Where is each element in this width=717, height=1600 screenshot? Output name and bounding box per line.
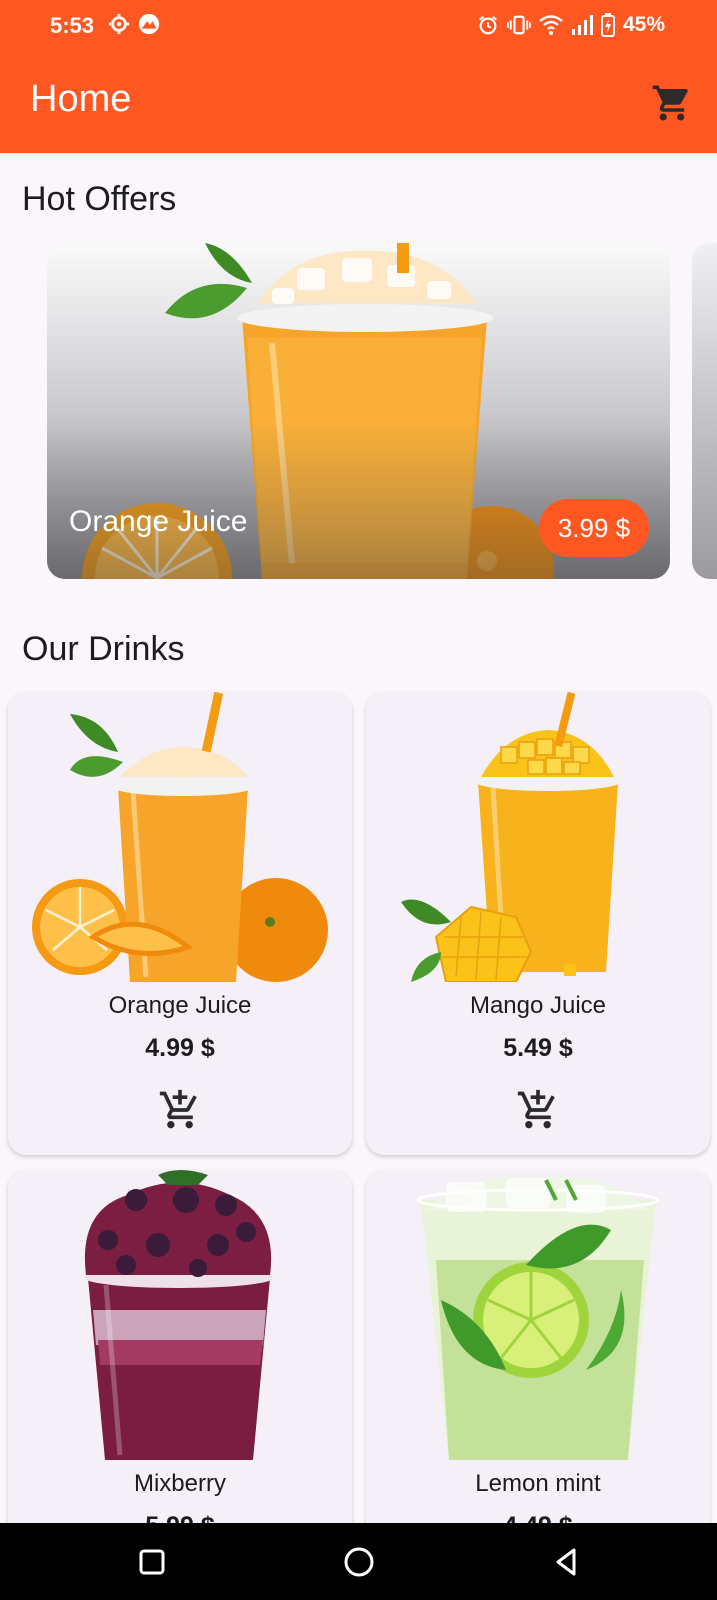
app-bar: Home <box>0 52 717 153</box>
back-triangle-icon[interactable] <box>545 1541 587 1583</box>
app-notification-icon <box>138 13 160 35</box>
mango-juice-image <box>401 692 620 982</box>
mixberry-image <box>84 1170 273 1460</box>
settings-gear-icon <box>108 13 130 35</box>
status-left-icons <box>108 13 160 35</box>
offer-name: Orange Juice <box>69 505 248 538</box>
drink-name: Mixberry <box>133 1470 226 1497</box>
home-circle-icon[interactable] <box>338 1541 380 1583</box>
drink-name: Orange Juice <box>108 992 252 1019</box>
hot-offer-card[interactable]: Orange Juice 3.99 $ <box>47 243 670 579</box>
drink-price: 5.49 $ <box>503 1034 573 1062</box>
status-bar: 5:53 45% <box>0 0 717 52</box>
drink-card-orange-juice[interactable]: Orange Juice 4.99 $ <box>8 692 352 1155</box>
page-title: Home <box>30 78 132 120</box>
cell-signal-icon <box>571 15 593 35</box>
drink-card-mango-juice[interactable]: Mango Juice 5.49 $ <box>366 692 710 1155</box>
next-offer-card-peek[interactable] <box>692 243 717 579</box>
offer-price-badge: 3.99 $ <box>539 499 649 557</box>
hot-offers-title: Hot Offers <box>22 180 177 218</box>
drink-name: Mango Juice <box>469 992 607 1019</box>
battery-percent: 45% <box>622 13 665 36</box>
status-right-icons: 45% <box>477 13 665 37</box>
our-drinks-title: Our Drinks <box>22 630 185 668</box>
recents-square-icon[interactable] <box>131 1541 173 1583</box>
vibrate-icon <box>507 15 531 35</box>
orange-juice-image <box>32 692 328 982</box>
shopping-cart-icon[interactable] <box>651 82 693 124</box>
battery-charging-icon <box>600 13 615 37</box>
add-to-cart-icon[interactable] <box>158 1088 202 1132</box>
status-time: 5:53 <box>50 13 95 38</box>
system-navigation-bar <box>0 1523 717 1600</box>
drink-name: Lemon mint <box>475 1470 601 1497</box>
alarm-icon <box>479 15 497 35</box>
lemon-mint-image <box>416 1176 660 1460</box>
add-to-cart-icon[interactable] <box>516 1088 560 1132</box>
wifi-icon <box>539 15 563 35</box>
drink-price: 4.99 $ <box>145 1034 215 1062</box>
